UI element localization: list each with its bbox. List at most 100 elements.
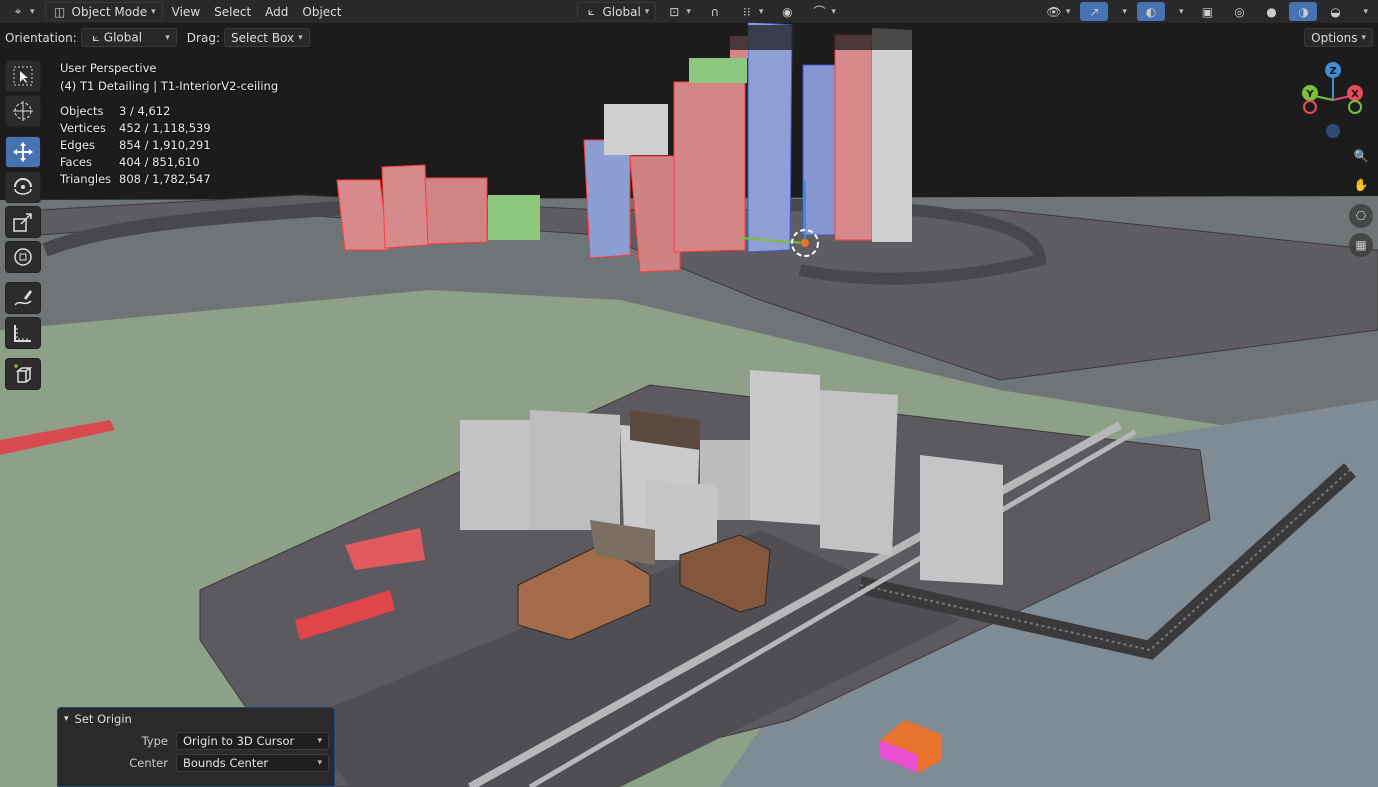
chevron-down-icon: ▾ <box>831 6 836 17</box>
collection-info: (4) T1 Detailing | T1-InteriorV2-ceiling <box>60 79 279 93</box>
transform-tool-icon <box>14 248 32 266</box>
mode-dropdown[interactable]: ◫ Object Mode ▾ <box>44 2 163 21</box>
chevron-down-icon: ▾ <box>1065 6 1071 17</box>
shading-rendered[interactable]: ◒ <box>1321 2 1349 21</box>
stat-label: Vertices <box>60 121 106 135</box>
type-label: Type <box>141 734 168 748</box>
material-sphere-icon: ◑ <box>1298 4 1309 19</box>
orientation-dropdown[interactable]: ⟀ Global ▾ <box>80 28 177 47</box>
cursor-tool[interactable] <box>5 95 41 127</box>
snap-toggle[interactable]: ∩ <box>701 2 729 21</box>
overlays-toggle[interactable]: ◐ <box>1136 2 1165 21</box>
pan-button[interactable]: ✋ <box>1349 173 1373 197</box>
axis-gizmo[interactable]: Z X Y <box>1296 60 1372 140</box>
orientation-value-wrap: ⟀ Global <box>88 30 142 46</box>
object-mode-icon: ◫ <box>53 4 66 19</box>
zoom-button[interactable]: 🔍 <box>1349 144 1373 168</box>
rotate-tool[interactable] <box>5 171 41 203</box>
type-value: Origin to 3D Cursor <box>183 734 295 748</box>
toolbar <box>5 60 43 393</box>
menu-select[interactable]: Select <box>209 2 256 21</box>
mode-label: Object Mode <box>71 4 148 19</box>
shading-options[interactable]: ▾ <box>1353 2 1374 21</box>
gizmo-toggle[interactable]: ↗ <box>1080 2 1109 21</box>
operator-panel-header[interactable]: ▾ Set Origin <box>58 708 334 730</box>
xray-toggle[interactable]: ▣ <box>1193 2 1221 21</box>
operator-panel: ▾ Set Origin Type Origin to 3D Cursor ▾ … <box>57 707 335 787</box>
navigation-gizmo[interactable]: Z X Y <box>1296 60 1372 140</box>
annotate-tool[interactable] <box>5 282 41 314</box>
camera-view-button[interactable]: ⎔ <box>1349 204 1373 228</box>
orientation-value: Global <box>103 30 143 44</box>
move-tool[interactable] <box>5 136 41 168</box>
gizmo-y-label: Y <box>1305 89 1314 100</box>
shading-material[interactable]: ◑ <box>1289 2 1318 21</box>
add-cube-tool[interactable] <box>5 358 41 390</box>
drag-dropdown[interactable]: Select Box ▾ <box>223 28 310 47</box>
tool-settings-bar: Orientation: ⟀ Global ▾ Drag: Select Box … <box>0 25 1378 50</box>
drag-label: Drag: <box>186 30 220 45</box>
view3d-icon: ⌖ <box>14 4 22 18</box>
solid-sphere-icon: ● <box>1266 4 1277 19</box>
stat-faces: Faces 404 / 851,610 <box>60 154 278 171</box>
type-dropdown[interactable]: Origin to 3D Cursor ▾ <box>176 732 329 750</box>
orientation-label: Orientation: <box>5 30 77 45</box>
magnet-icon: ∩ <box>710 4 720 19</box>
proportional-edit-toggle[interactable]: ◉ <box>773 2 801 21</box>
rotate-tool-icon <box>14 178 32 195</box>
editor-type-button[interactable]: ⌖ ▾ <box>4 2 41 21</box>
transform-orientation-dropdown[interactable]: ⟀ Global ▾ <box>576 2 657 21</box>
stat-value: 854 / 1,910,291 <box>119 138 211 152</box>
eye-icon: 👁 <box>1046 4 1062 19</box>
visibility-button[interactable]: 👁 ▾ <box>1040 2 1077 21</box>
move-tool-icon <box>13 142 33 162</box>
options-dropdown[interactable]: Options ▾ <box>1304 28 1373 47</box>
type-row: Type Origin to 3D Cursor ▾ <box>58 730 334 752</box>
select-box-tool-icon <box>13 66 33 86</box>
center-label: Center <box>129 756 168 770</box>
cursor-tool-icon <box>13 101 33 121</box>
center-value: Bounds Center <box>183 756 269 770</box>
menu-add[interactable]: Add <box>260 2 293 21</box>
center-row: Center Bounds Center ▾ <box>58 752 334 774</box>
stat-triangles: Triangles 808 / 1,782,547 <box>60 171 278 188</box>
scale-tool[interactable] <box>5 206 41 238</box>
camera-icon: ⎔ <box>1355 209 1367 223</box>
chevron-down-icon: ▾ <box>30 6 35 17</box>
view-name: User Perspective <box>60 61 157 75</box>
scene-statistics: Objects 3 / 4,612 Vertices 452 / 1,118,539… <box>60 103 278 188</box>
pivot-point-button[interactable]: ⊡ ▾ <box>660 2 697 21</box>
overlays-options[interactable]: ▾ <box>1169 2 1190 21</box>
chevron-down-icon: ▾ <box>317 758 322 768</box>
shading-solid[interactable]: ● <box>1257 2 1285 21</box>
gizmo-neg-x-axis[interactable] <box>1348 100 1362 114</box>
stat-label: Triangles <box>60 172 112 186</box>
stat-label: Faces <box>60 155 92 169</box>
drag-value: Select Box <box>230 30 295 45</box>
select-box-tool[interactable] <box>5 60 41 92</box>
perspective-toggle-button[interactable]: ▦ <box>1349 233 1373 257</box>
overlays-icon: ◐ <box>1145 4 1157 19</box>
menu-view[interactable]: View <box>167 2 205 21</box>
stat-label: Edges <box>60 138 95 152</box>
chevron-down-icon: ▾ <box>1361 32 1366 43</box>
snap-target-button[interactable]: ⁝⁝ ▾ <box>733 2 770 21</box>
transform-tool[interactable] <box>5 241 41 273</box>
add-cube-tool-icon <box>14 364 33 383</box>
menu-object[interactable]: Object <box>297 2 346 21</box>
falloff-button[interactable]: ⌒ ▾ <box>805 2 842 21</box>
annotate-tool-icon <box>14 290 32 306</box>
center-dropdown[interactable]: Bounds Center ▾ <box>176 754 329 772</box>
gizmo-x-label: X <box>1351 89 1359 100</box>
gizmo-options[interactable]: ▾ <box>1112 2 1133 21</box>
chevron-down-icon: ▾ <box>151 6 156 17</box>
gizmo-neg-z-axis[interactable] <box>1326 124 1340 138</box>
shading-wireframe[interactable]: ◎ <box>1225 2 1253 21</box>
gizmo-neg-y-axis[interactable] <box>1303 100 1317 114</box>
operator-title: Set Origin <box>74 712 132 726</box>
orientation-axes-icon: ⟀ <box>92 30 100 44</box>
chevron-down-icon: ▾ <box>1122 6 1127 17</box>
viewport-header: ⌖ ▾ ◫ Object Mode ▾ View Select Add Objec… <box>0 0 1378 23</box>
measure-tool[interactable] <box>5 317 41 349</box>
falloff-curve-icon: ⌒ <box>813 5 826 19</box>
